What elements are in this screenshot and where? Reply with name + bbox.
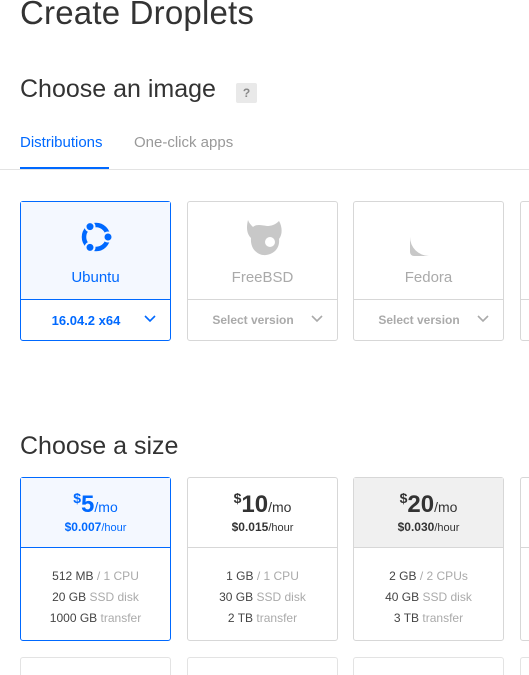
size-card-next-row[interactable]	[20, 657, 171, 675]
distribution-card-freebsd[interactable]: FreeBSD Select version	[187, 201, 338, 341]
distribution-card-ubuntu[interactable]: Ubuntu 16.04.2 x64	[20, 201, 171, 341]
chevron-down-icon	[311, 315, 323, 323]
hourly-price: $0.030/hour	[354, 520, 503, 534]
plan-specs: 1 GB / 1 CPU 30 GB SSD disk 2 TB transfe…	[188, 566, 337, 629]
size-card-5[interactable]: $5/mo $0.007/hour 512 MB / 1 CPU 20 GB S…	[20, 477, 171, 641]
distribution-name: Ubuntu	[71, 269, 120, 286]
price-amount: 10	[241, 491, 269, 518]
active-tab-indicator	[20, 167, 109, 169]
freebsd-icon	[246, 220, 282, 256]
cpu-value: / 2 CPUs	[419, 569, 468, 583]
price-amount: 5	[81, 491, 95, 518]
fedora-icon	[409, 218, 448, 256]
transfer-value: 1000 GB	[49, 611, 98, 625]
distribution-card-partial[interactable]	[520, 201, 529, 341]
transfer-unit: transfer	[100, 611, 142, 625]
price-amount: 20	[407, 491, 435, 518]
disk-unit: SSD disk	[256, 590, 306, 604]
ubuntu-icon	[81, 221, 113, 253]
tab-one-click-apps[interactable]: One-click apps	[134, 134, 233, 151]
memory-value: 512 MB	[52, 569, 94, 583]
version-select[interactable]: Select version	[188, 301, 337, 341]
size-card-next-row[interactable]	[187, 657, 338, 675]
disk-value: 20 GB	[52, 590, 87, 604]
price-period: /mo	[434, 499, 458, 515]
plan-specs: 512 MB / 1 CPU 20 GB SSD disk 1000 GB tr…	[21, 566, 170, 629]
monthly-price: $20/mo	[354, 490, 503, 519]
distribution-card-top	[521, 202, 529, 300]
disk-unit: SSD disk	[422, 590, 472, 604]
price-area	[521, 478, 529, 548]
distribution-name: FreeBSD	[231, 269, 294, 286]
distribution-card-top: FreeBSD	[188, 202, 337, 300]
price-area: $5/mo $0.007/hour	[21, 478, 170, 548]
price-area: $10/mo $0.015/hour	[188, 478, 337, 548]
size-card-next-row[interactable]	[520, 657, 529, 675]
choose-image-heading: Choose an image	[20, 75, 216, 103]
memory-value: 2 GB	[389, 569, 417, 583]
size-card-10[interactable]: $10/mo $0.015/hour 1 GB / 1 CPU 30 GB SS…	[187, 477, 338, 641]
disk-value: 40 GB	[385, 590, 420, 604]
disk-value: 30 GB	[219, 590, 254, 604]
version-select[interactable]: 16.04.2 x64	[21, 301, 170, 341]
transfer-unit: transfer	[422, 611, 464, 625]
monthly-price: $5/mo	[21, 490, 170, 519]
choose-size-heading: Choose a size	[20, 432, 179, 460]
distribution-card-top: Ubuntu	[21, 202, 170, 300]
size-card-next-row[interactable]	[353, 657, 504, 675]
size-card-20[interactable]: $20/mo $0.030/hour 2 GB / 2 CPUs 40 GB S…	[353, 477, 504, 641]
hourly-amount: $0.030	[397, 520, 435, 534]
hourly-price: $0.007/hour	[21, 520, 170, 534]
version-select[interactable]: Select version	[354, 301, 503, 341]
help-icon[interactable]: ?	[236, 83, 257, 103]
cpu-value: / 1 CPU	[96, 569, 139, 583]
transfer-value: 2 TB	[227, 611, 254, 625]
page-title: Create Droplets	[20, 0, 255, 31]
hourly-unit: /hour	[268, 522, 294, 534]
price-period: /mo	[94, 499, 118, 515]
price-area: $20/mo $0.030/hour	[354, 478, 503, 548]
hourly-price: $0.015/hour	[188, 520, 337, 534]
chevron-down-icon	[144, 315, 156, 323]
hourly-amount: $0.007	[64, 520, 102, 534]
transfer-unit: transfer	[256, 611, 298, 625]
distribution-card-top: Fedora	[354, 202, 503, 300]
currency-symbol: $	[73, 490, 82, 506]
hourly-unit: /hour	[101, 522, 127, 534]
transfer-value: 3 TB	[393, 611, 420, 625]
image-tabs: Distributions One-click apps	[0, 130, 529, 170]
tab-distributions[interactable]: Distributions	[20, 134, 103, 151]
memory-value: 1 GB	[226, 569, 254, 583]
disk-unit: SSD disk	[89, 590, 139, 604]
distribution-name: Fedora	[404, 269, 453, 286]
distribution-card-fedora[interactable]: Fedora Select version	[353, 201, 504, 341]
hourly-amount: $0.015	[231, 520, 269, 534]
monthly-price: $10/mo	[188, 490, 337, 519]
chevron-down-icon	[477, 315, 489, 323]
price-period: /mo	[268, 499, 292, 515]
plan-specs: 2 GB / 2 CPUs 40 GB SSD disk 3 TB transf…	[354, 566, 503, 629]
hourly-unit: /hour	[434, 522, 460, 534]
cpu-value: / 1 CPU	[256, 569, 299, 583]
size-card-partial[interactable]	[520, 477, 529, 641]
